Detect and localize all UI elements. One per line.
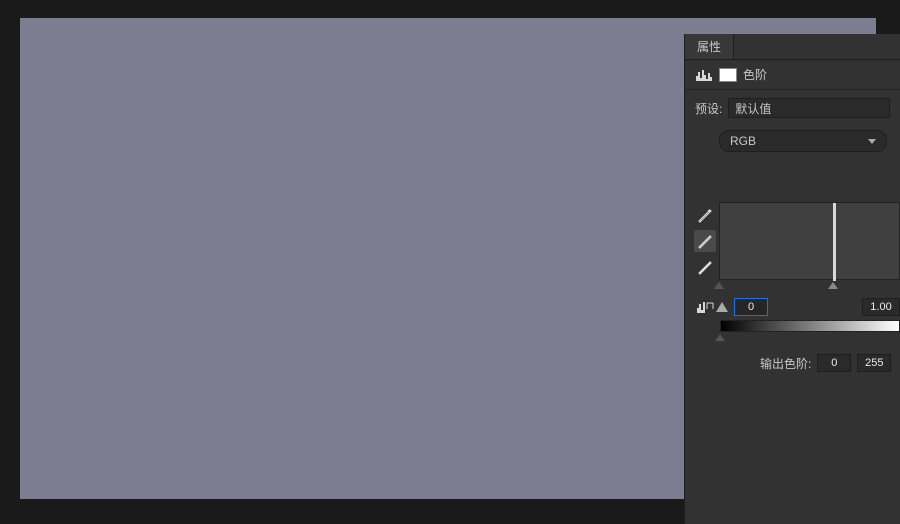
histogram-peak [833,203,836,281]
output-black-field[interactable] [817,354,851,372]
channel-dropdown[interactable]: RGB [719,130,887,152]
auto-icon[interactable] [694,299,716,315]
input-black-handle[interactable] [714,282,724,289]
eyedropper-gray-button[interactable] [694,230,716,252]
output-levels-row: 输出色阶: [760,354,891,372]
preset-row: 预设: 默认值 [685,90,900,126]
eyedropper-black-button[interactable] [694,204,716,226]
output-white-field[interactable] [857,354,891,372]
output-gradient [720,320,900,332]
tab-properties-label: 属性 [697,38,721,55]
chevron-down-icon [868,139,876,144]
adjustment-label: 色阶 [743,66,767,83]
mask-thumbnail[interactable] [719,68,737,82]
channel-row: RGB [685,126,900,160]
tab-properties[interactable]: 属性 [685,34,734,59]
histogram [719,202,900,280]
eyedropper-column [694,204,718,278]
input-levels-slider[interactable] [719,282,900,292]
panel-tab-bar: 属性 [685,34,900,60]
input-gamma-field[interactable] [862,298,900,316]
eyedropper-white-button[interactable] [694,256,716,278]
preset-dropdown[interactable]: 默认值 [728,98,890,118]
adjustment-header: 色阶 [685,60,900,90]
preset-label: 预设: [695,100,722,117]
output-levels-slider[interactable] [720,334,900,344]
preset-value: 默认值 [735,100,771,117]
input-gray-handle[interactable] [828,282,838,289]
levels-icon [695,68,713,82]
input-black-field[interactable] [734,298,768,316]
channel-value: RGB [730,134,756,148]
input-levels-row [694,296,900,318]
warning-icon [716,302,728,312]
output-levels-label: 输出色阶: [760,355,811,372]
output-black-handle[interactable] [715,334,725,341]
